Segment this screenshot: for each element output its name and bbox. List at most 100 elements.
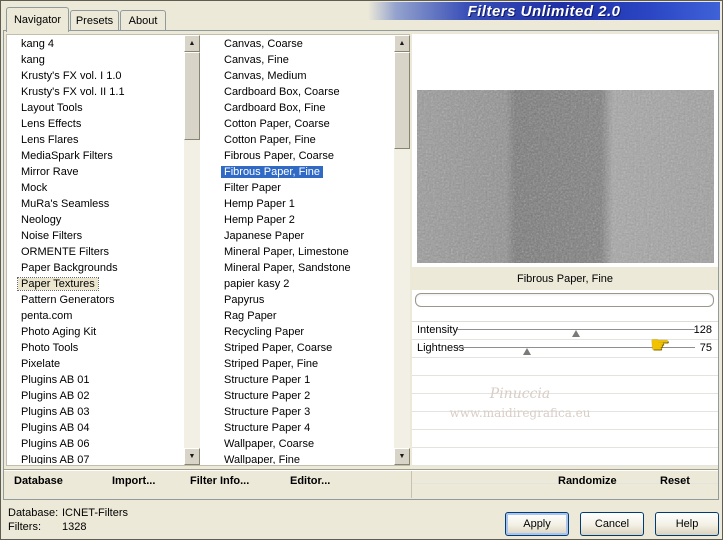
- filter-item[interactable]: Cardboard Box, Fine: [221, 102, 329, 114]
- navigator-item[interactable]: kang: [18, 54, 48, 66]
- filter-item-selected[interactable]: Fibrous Paper, Fine: [221, 166, 323, 178]
- filter-scrollbar[interactable]: ▲ ▼: [394, 35, 410, 465]
- filter-item[interactable]: Structure Paper 2: [221, 390, 313, 402]
- filter-item[interactable]: papier kasy 2: [221, 278, 292, 290]
- navigator-item[interactable]: Pattern Generators: [18, 294, 118, 306]
- filter-info-button[interactable]: Filter Info...: [190, 475, 249, 487]
- navigator-item[interactable]: Plugins AB 02: [18, 390, 93, 402]
- filter-item-row[interactable]: Wallpaper, Coarse: [210, 436, 392, 452]
- tab-about[interactable]: About: [120, 10, 166, 31]
- tab-presets[interactable]: Presets: [70, 10, 119, 31]
- filter-item[interactable]: Canvas, Coarse: [221, 38, 306, 50]
- scrollbar-thumb[interactable]: [184, 52, 200, 140]
- navigator-item-row[interactable]: MediaSpark Filters: [7, 148, 183, 164]
- apply-button[interactable]: Apply: [505, 512, 569, 536]
- import-button[interactable]: Import...: [112, 475, 155, 487]
- filter-item-row[interactable]: Cardboard Box, Coarse: [210, 84, 392, 100]
- cancel-button[interactable]: Cancel: [580, 512, 644, 536]
- navigator-item[interactable]: kang 4: [18, 38, 57, 50]
- navigator-item-row[interactable]: Plugins AB 03: [7, 404, 183, 420]
- filter-item[interactable]: Wallpaper, Coarse: [221, 438, 317, 450]
- database-button[interactable]: Database: [14, 475, 63, 487]
- navigator-item-row[interactable]: MuRa's Seamless: [7, 196, 183, 212]
- filter-item-row[interactable]: Rag Paper: [210, 308, 392, 324]
- filter-item-row[interactable]: Canvas, Fine: [210, 52, 392, 68]
- filter-item-row[interactable]: Fibrous Paper, Coarse: [210, 148, 392, 164]
- filter-item[interactable]: Fibrous Paper, Coarse: [221, 150, 337, 162]
- filter-item[interactable]: Canvas, Fine: [221, 54, 292, 66]
- editor-button[interactable]: Editor...: [290, 475, 330, 487]
- filter-item[interactable]: Recycling Paper: [221, 326, 307, 338]
- navigator-item-row[interactable]: Paper Textures: [7, 276, 183, 292]
- filter-item[interactable]: Filter Paper: [221, 182, 284, 194]
- filter-item-row[interactable]: Structure Paper 2: [210, 388, 392, 404]
- filter-item-row[interactable]: Wallpaper, Fine: [210, 452, 392, 464]
- filter-item[interactable]: Hemp Paper 2: [221, 214, 298, 226]
- filter-item[interactable]: Canvas, Medium: [221, 70, 310, 82]
- reset-button[interactable]: Reset: [660, 475, 690, 487]
- filter-item-row[interactable]: Mineral Paper, Limestone: [210, 244, 392, 260]
- scroll-up-button[interactable]: ▲: [184, 35, 200, 52]
- navigator-item[interactable]: Noise Filters: [18, 230, 85, 242]
- navigator-item-row[interactable]: Plugins AB 06: [7, 436, 183, 452]
- navigator-item-row[interactable]: Neology: [7, 212, 183, 228]
- filter-item[interactable]: Structure Paper 3: [221, 406, 313, 418]
- filter-item-row[interactable]: Structure Paper 3: [210, 404, 392, 420]
- filter-item[interactable]: Cotton Paper, Coarse: [221, 118, 333, 130]
- navigator-item-row[interactable]: Pixelate: [7, 356, 183, 372]
- filter-item[interactable]: Japanese Paper: [221, 230, 307, 242]
- filter-item-row[interactable]: Recycling Paper: [210, 324, 392, 340]
- navigator-item-row[interactable]: Plugins AB 01: [7, 372, 183, 388]
- navigator-item[interactable]: Lens Flares: [18, 134, 81, 146]
- navigator-item[interactable]: Paper Backgrounds: [18, 262, 121, 274]
- filter-item[interactable]: Hemp Paper 1: [221, 198, 298, 210]
- filter-item-row[interactable]: Canvas, Medium: [210, 68, 392, 84]
- navigator-item-row[interactable]: Plugins AB 04: [7, 420, 183, 436]
- navigator-item-row[interactable]: Plugins AB 02: [7, 388, 183, 404]
- navigator-item[interactable]: Neology: [18, 214, 64, 226]
- navigator-item[interactable]: Photo Tools: [18, 342, 81, 354]
- filter-item[interactable]: Papyrus: [221, 294, 267, 306]
- navigator-item-row[interactable]: ORMENTE Filters: [7, 244, 183, 260]
- navigator-scrollbar[interactable]: ▲ ▼: [184, 35, 200, 465]
- filter-item[interactable]: Cotton Paper, Fine: [221, 134, 319, 146]
- filter-item[interactable]: Structure Paper 1: [221, 374, 313, 386]
- help-button[interactable]: Help: [655, 512, 719, 536]
- navigator-item[interactable]: Krusty's FX vol. II 1.1: [18, 86, 128, 98]
- navigator-item[interactable]: Plugins AB 04: [18, 422, 93, 434]
- filter-item-row[interactable]: Cardboard Box, Fine: [210, 100, 392, 116]
- navigator-item-row[interactable]: Photo Tools: [7, 340, 183, 356]
- filter-item[interactable]: Wallpaper, Fine: [221, 454, 303, 464]
- filter-item[interactable]: Striped Paper, Fine: [221, 358, 321, 370]
- filter-item-row[interactable]: Cotton Paper, Fine: [210, 132, 392, 148]
- filter-item-row[interactable]: Fibrous Paper, Fine: [210, 164, 392, 180]
- navigator-item-row[interactable]: Mock: [7, 180, 183, 196]
- navigator-item[interactable]: MuRa's Seamless: [18, 198, 112, 210]
- navigator-item[interactable]: Lens Effects: [18, 118, 84, 130]
- navigator-item[interactable]: Plugins AB 01: [18, 374, 93, 386]
- navigator-item-row[interactable]: penta.com: [7, 308, 183, 324]
- filter-item-row[interactable]: Structure Paper 1: [210, 372, 392, 388]
- slider-thumb[interactable]: [522, 348, 531, 355]
- navigator-item[interactable]: Plugins AB 06: [18, 438, 93, 450]
- navigator-item-row[interactable]: Layout Tools: [7, 100, 183, 116]
- navigator-item[interactable]: Krusty's FX vol. I 1.0: [18, 70, 125, 82]
- navigator-item[interactable]: Plugins AB 03: [18, 406, 93, 418]
- navigator-item[interactable]: MediaSpark Filters: [18, 150, 116, 162]
- filter-item[interactable]: Striped Paper, Coarse: [221, 342, 335, 354]
- navigator-item-row[interactable]: Krusty's FX vol. I 1.0: [7, 68, 183, 84]
- filter-item-row[interactable]: Hemp Paper 2: [210, 212, 392, 228]
- navigator-item-row[interactable]: Mirror Rave: [7, 164, 183, 180]
- navigator-item[interactable]: ORMENTE Filters: [18, 246, 112, 258]
- filter-item-row[interactable]: Papyrus: [210, 292, 392, 308]
- navigator-item[interactable]: Plugins AB 07: [18, 454, 93, 464]
- navigator-item-row[interactable]: Noise Filters: [7, 228, 183, 244]
- navigator-item[interactable]: penta.com: [18, 310, 75, 322]
- navigator-item-row[interactable]: kang: [7, 52, 183, 68]
- filter-item-row[interactable]: Structure Paper 4: [210, 420, 392, 436]
- navigator-item[interactable]: Mirror Rave: [18, 166, 81, 178]
- filter-item-row[interactable]: Mineral Paper, Sandstone: [210, 260, 392, 276]
- navigator-item-row[interactable]: Photo Aging Kit: [7, 324, 183, 340]
- navigator-item-selected[interactable]: Paper Textures: [17, 277, 99, 291]
- navigator-item-row[interactable]: Lens Effects: [7, 116, 183, 132]
